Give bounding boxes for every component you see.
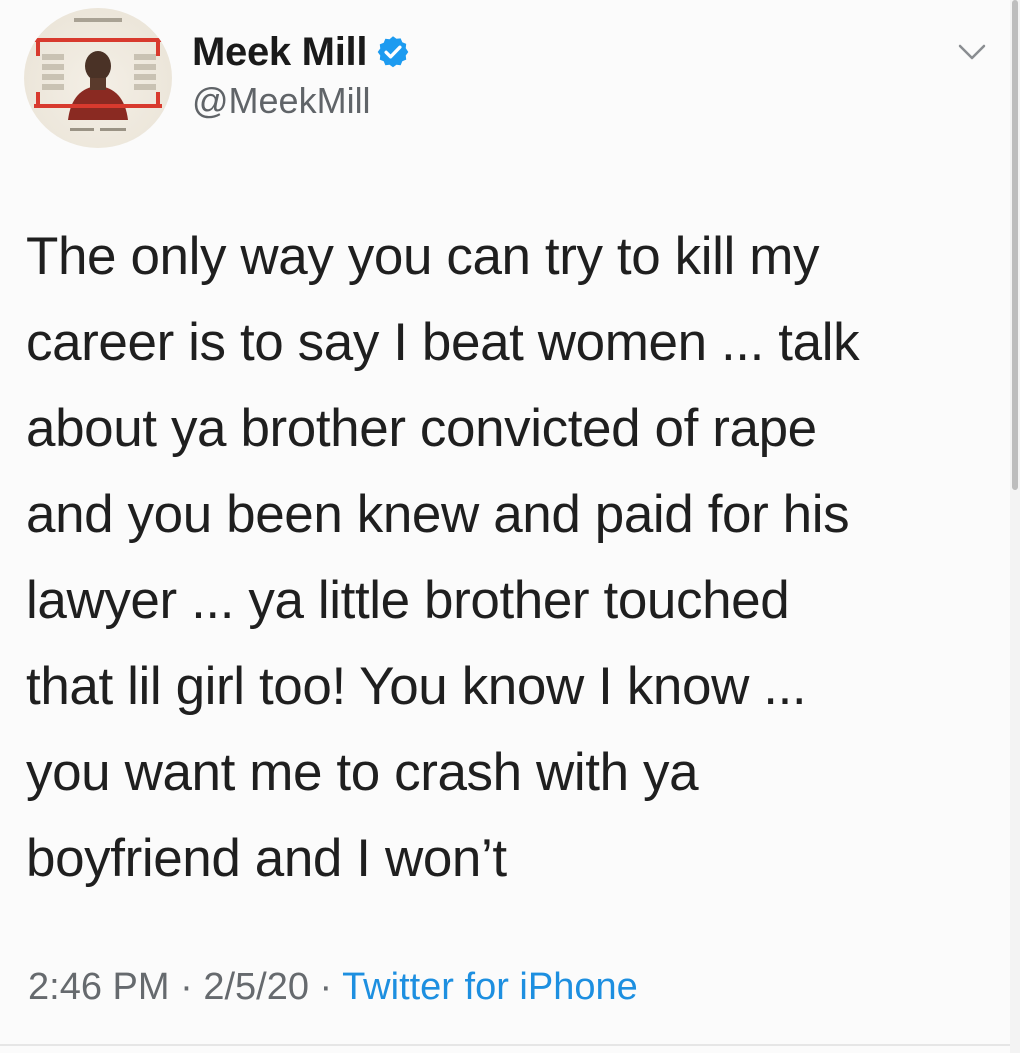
- scrollbar-thumb[interactable]: [1012, 0, 1018, 490]
- tweet-text-line: you want me to crash with ya: [26, 743, 699, 802]
- tweet-text-line: boyfriend and I won’t: [26, 829, 507, 888]
- meta-separator: ·: [169, 966, 204, 1008]
- tweet-date[interactable]: 2/5/20: [203, 966, 309, 1008]
- author-name-row[interactable]: Meek Mill: [192, 28, 411, 76]
- chevron-down-icon[interactable]: [952, 38, 992, 66]
- divider: [0, 1044, 1020, 1046]
- verified-badge-icon: [377, 36, 409, 68]
- free-meek-poster-avatar-icon: [34, 18, 162, 131]
- tweet-text-line: and you been knew and paid for his: [26, 485, 850, 544]
- author-handle[interactable]: @MeekMill: [192, 80, 371, 122]
- tweet-meta: 2:46 PM · 2/5/20 · Twitter for iPhone: [28, 966, 638, 1009]
- tweet-text-line: lawyer ... ya little brother touched: [26, 571, 790, 630]
- tweet-source-link[interactable]: Twitter for iPhone: [342, 966, 638, 1008]
- tweet-text-line: The only way you can try to kill my: [26, 227, 820, 286]
- tweet-text-line: career is to say I beat women ... talk: [26, 313, 860, 372]
- tweet-text: The only way you can try to kill my care…: [26, 214, 966, 902]
- avatar[interactable]: [24, 8, 172, 148]
- tweet-card: Meek Mill @MeekMill The only way you can…: [0, 0, 1020, 1053]
- tweet-text-line: that lil girl too! You know I know ...: [26, 657, 807, 716]
- meta-separator: ·: [308, 966, 343, 1008]
- tweet-text-line: about ya brother convicted of rape: [26, 399, 817, 458]
- tweet-time[interactable]: 2:46 PM: [28, 966, 170, 1008]
- display-name[interactable]: Meek Mill: [192, 30, 367, 75]
- scrollbar-track[interactable]: [1010, 0, 1020, 1053]
